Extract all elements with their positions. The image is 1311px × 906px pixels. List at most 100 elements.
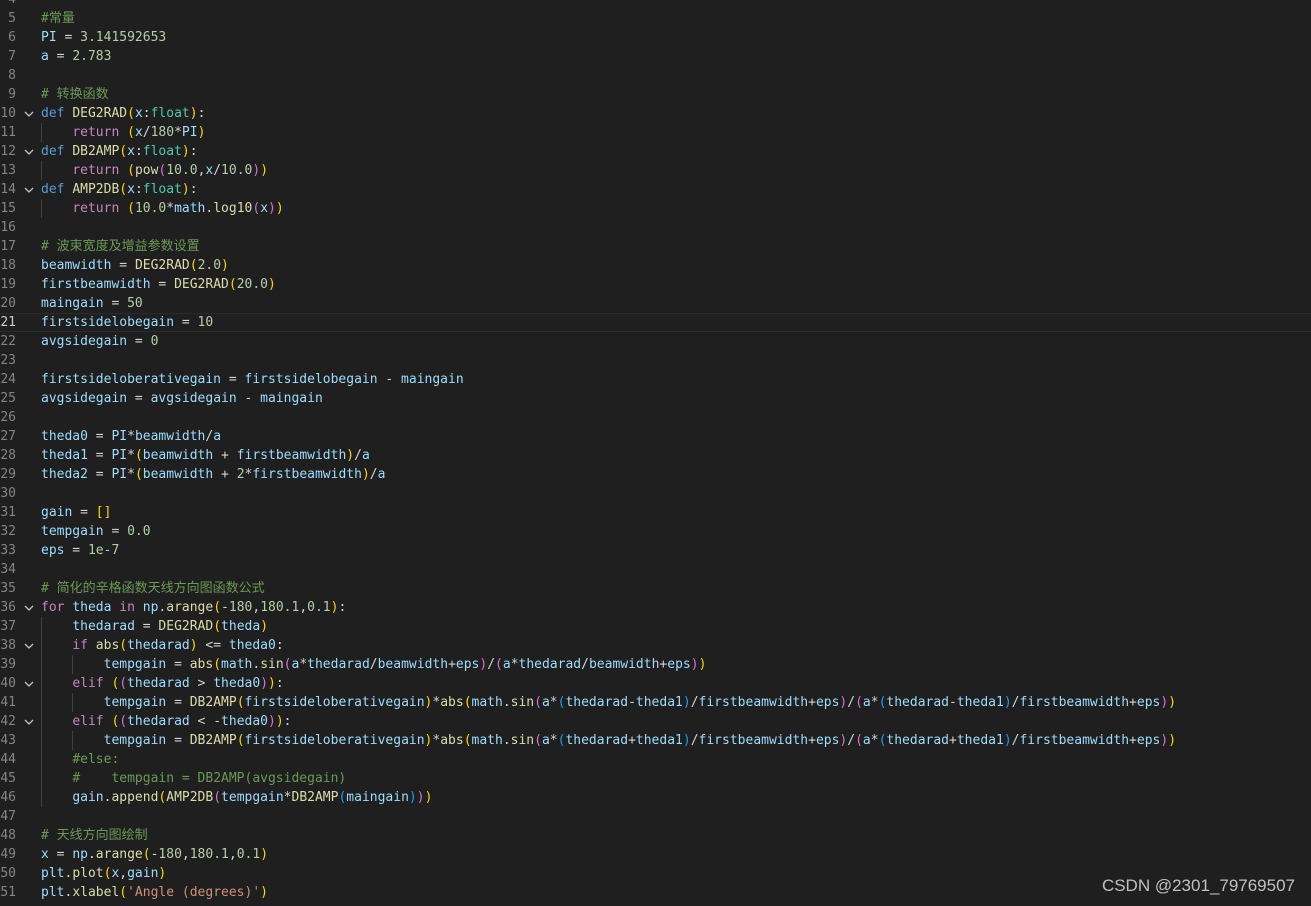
code-token: = (56, 30, 81, 45)
code-text: return (10.0*math.log10(x)) (41, 199, 283, 218)
code-line[interactable]: 34 (0, 560, 1311, 579)
code-token: plot (72, 866, 104, 881)
code-token: * (870, 695, 879, 710)
code-token: plt (41, 866, 65, 881)
code-line[interactable]: 20 maingain = 50 (0, 294, 1311, 313)
code-line[interactable]: 47 (0, 807, 1311, 826)
code-token: ) (424, 790, 433, 805)
code-token: DEG2RAD (158, 619, 214, 634)
code-line[interactable]: 31 gain = [] (0, 503, 1311, 522)
code-line[interactable]: 42 elif ((thedarad < -theda0)): (0, 712, 1311, 731)
code-text: plt.plot(x,gain) (41, 864, 166, 883)
code-token: ) (268, 676, 276, 691)
fold-chevron-icon[interactable] (22, 598, 36, 617)
code-line[interactable]: 27 theda0 = PI*beamwidth/a (0, 427, 1311, 446)
fold-chevron-icon[interactable] (22, 636, 36, 655)
line-number: 10 (0, 106, 16, 121)
code-token: firstbeamwidth (1019, 695, 1130, 710)
fold-chevron-icon[interactable] (22, 712, 36, 731)
code-token: - (949, 695, 957, 710)
code-line[interactable]: 22 avgsidegain = 0 (0, 332, 1311, 351)
code-token: sin (510, 695, 535, 710)
code-token: ( (252, 201, 261, 216)
code-line[interactable]: 12 def DB2AMP(x:float): (0, 142, 1311, 161)
code-token: ( (213, 657, 222, 672)
code-line[interactable]: 29 theda2 = PI*(beamwidth + 2*firstbeamwi… (0, 465, 1311, 484)
fold-chevron-icon[interactable] (22, 180, 36, 199)
code-line[interactable]: 49 x = np.arange(-180,180.1,0.1) (0, 845, 1311, 864)
code-line[interactable]: 15 return (10.0*math.log10(x)) (0, 199, 1311, 218)
code-token: + (448, 657, 456, 672)
code-token: ) (275, 714, 284, 729)
code-token: 10.0 (221, 163, 253, 178)
code-line[interactable]: 23 (0, 351, 1311, 370)
code-token: sin (260, 657, 284, 672)
code-token: ( (189, 258, 198, 273)
code-token: DB2AMP (189, 733, 237, 748)
code-line[interactable]: 40 elif ((thedarad > theda0)): (0, 674, 1311, 693)
code-line[interactable]: 46 gain.append(AMP2DB(tempgain*DB2AMP(ma… (0, 788, 1311, 807)
code-line[interactable]: 32 tempgain = 0.0 (0, 522, 1311, 541)
code-token: / (847, 695, 856, 710)
line-number: 33 (0, 543, 16, 558)
code-line[interactable]: 41 tempgain = DB2AMP(firstsideloberative… (0, 693, 1311, 712)
code-line[interactable]: 5 #常量 (0, 9, 1311, 28)
code-text: #else: (41, 750, 119, 769)
code-token: ( (119, 714, 128, 729)
code-token: eps (815, 695, 840, 710)
fold-chevron-icon[interactable] (22, 142, 36, 161)
code-line[interactable]: 8 (0, 66, 1311, 85)
code-line[interactable]: 24 firstsideloberativegain = firstsidelob… (0, 370, 1311, 389)
code-line[interactable]: 38 if abs(thedarad) <= theda0: (0, 636, 1311, 655)
code-token: thedarad (127, 638, 190, 653)
code-line[interactable]: 39 tempgain = abs(math.sin(a*thedarad/be… (0, 655, 1311, 674)
code-token: * (549, 733, 558, 748)
code-line[interactable]: 26 (0, 408, 1311, 427)
code-line[interactable]: 9 # 转换函数 (0, 85, 1311, 104)
fold-chevron-icon[interactable] (22, 104, 36, 123)
code-line[interactable]: 13 return (pow(10.0,x/10.0)) (0, 161, 1311, 180)
code-line[interactable]: 35 # 简化的辛格函数天线方向图函数公式 (0, 579, 1311, 598)
code-text: #常量 (41, 9, 75, 28)
code-token: firstbeamwidth (1019, 733, 1130, 748)
code-line[interactable]: 48 # 天线方向图绘制 (0, 826, 1311, 845)
code-line[interactable]: 33 eps = 1e-7 (0, 541, 1311, 560)
code-token: 10.0 (134, 201, 167, 216)
code-token: = (72, 505, 96, 520)
code-line[interactable]: 43 tempgain = DB2AMP(firstsideloberative… (0, 731, 1311, 750)
code-line[interactable]: 37 thedarad = DEG2RAD(theda) (0, 617, 1311, 636)
code-line[interactable]: 18 beamwidth = DEG2RAD(2.0) (0, 256, 1311, 275)
code-token: PI (111, 429, 128, 444)
code-token: ) (1003, 733, 1012, 748)
code-token: maingain (346, 790, 409, 805)
code-line[interactable]: 7 a = 2.783 (0, 47, 1311, 66)
code-line[interactable]: 10 def DEG2RAD(x:float): (0, 104, 1311, 123)
code-line[interactable]: 25 avgsidegain = avgsidegain - maingain (0, 389, 1311, 408)
code-line[interactable]: 30 (0, 484, 1311, 503)
code-line[interactable]: 28 theda1 = PI*(beamwidth + firstbeamwidt… (0, 446, 1311, 465)
fold-chevron-icon[interactable] (22, 674, 36, 693)
code-token: thedarad (72, 619, 135, 634)
code-line[interactable]: 4 (0, 0, 1311, 9)
code-line[interactable]: 19 firstbeamwidth = DEG2RAD(20.0) (0, 275, 1311, 294)
code-token: + (808, 695, 816, 710)
code-token: ( (463, 733, 472, 748)
code-line[interactable]: 11 return (x/180*PI) (0, 123, 1311, 142)
code-editor[interactable]: 45#常量6PI = 3.1415926537a = 2.78389# 转换函数… (0, 0, 1311, 906)
code-line[interactable]: 45 # tempgain = DB2AMP(avgsidegain) (0, 769, 1311, 788)
code-token: ( (855, 733, 863, 748)
code-text: # 波束宽度及增益参数设置 (41, 237, 200, 256)
code-line[interactable]: 14 def AMP2DB(x:float): (0, 180, 1311, 199)
code-token: ( (495, 657, 503, 672)
code-token: = (48, 847, 73, 862)
code-line[interactable]: 36 for theda in np.arange(-180,180.1,0.1)… (0, 598, 1311, 617)
line-number: 38 (0, 638, 16, 653)
code-line[interactable]: 17 # 波束宽度及增益参数设置 (0, 237, 1311, 256)
code-token: def (41, 144, 65, 159)
code-line[interactable]: 44 #else: (0, 750, 1311, 769)
code-line[interactable]: 16 (0, 218, 1311, 237)
code-line[interactable]: 21 firstsidelobegain = 10 (0, 313, 1311, 332)
code-line[interactable]: 6 PI = 3.141592653 (0, 28, 1311, 47)
